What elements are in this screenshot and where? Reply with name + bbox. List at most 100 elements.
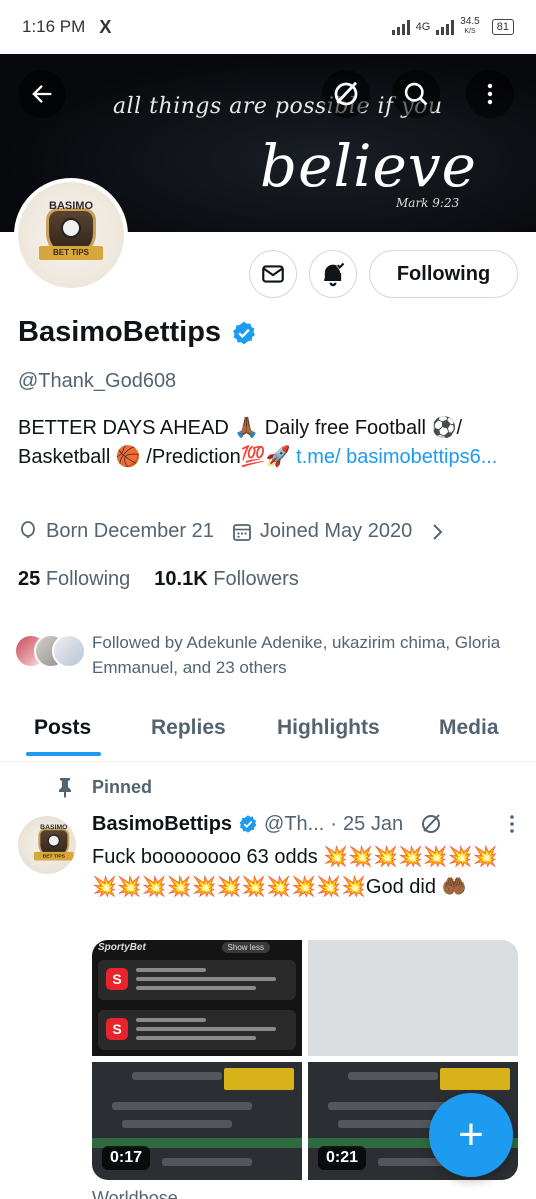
more-options-button[interactable]	[466, 70, 514, 118]
post-date[interactable]: 25 Jan	[343, 813, 403, 836]
arrow-left-icon	[32, 85, 52, 103]
mail-icon	[262, 265, 284, 283]
post-avatar[interactable]: BASIMO BET TIPS	[18, 816, 76, 874]
speed-indicator: 34.5 K/S	[460, 17, 479, 37]
video-duration: 0:17	[102, 1146, 151, 1170]
basimo-logo-small: BASIMO BET TIPS	[29, 823, 74, 866]
profile-avatar[interactable]: BASIMO BET TIPS	[14, 178, 128, 292]
follow-counts: 25 Following 10.1K Followers	[18, 568, 299, 591]
joined-text: Joined May 2020	[259, 520, 413, 542]
following-count-label: Following	[45, 568, 131, 590]
logo-name: BASIMO	[49, 200, 93, 212]
status-time: 1:16 PM	[22, 17, 86, 36]
banner-line2: believe	[260, 132, 477, 200]
notif-line	[136, 977, 276, 981]
notifications-button[interactable]	[309, 250, 357, 298]
balloon-icon	[21, 520, 35, 538]
notif-line	[136, 1018, 206, 1022]
status-right: 4G 34.5 K/S 81	[391, 17, 514, 37]
plus-icon: +	[458, 1110, 484, 1159]
bell-check-icon	[324, 262, 345, 287]
notification-card: S	[98, 1010, 296, 1050]
blurred-element	[162, 1158, 252, 1166]
post-separator: ·	[330, 812, 338, 835]
followed-by-text: Followed by Adekunle Adenike, ukazirim c…	[92, 633, 501, 677]
verified-badge-icon	[239, 815, 257, 833]
user-handle: @Thank_God608	[18, 370, 177, 392]
compose-post-button[interactable]: +	[429, 1093, 513, 1177]
logo-ribbon: BET TIPS	[39, 246, 103, 260]
media-image-1[interactable]: SportyBet Show less S S	[92, 940, 302, 1056]
profile-meta: Born December 21 Joined May 2020	[18, 520, 444, 543]
pinned-label: Pinned	[92, 776, 153, 797]
joined-item: Joined May 2020	[232, 520, 412, 543]
following-count-link[interactable]: 25 Following	[18, 568, 130, 591]
pinned-indicator: Pinned	[56, 776, 152, 798]
born-text: Born December 21	[46, 520, 214, 542]
blurred-element	[112, 1102, 252, 1110]
search-icon	[404, 82, 428, 106]
search-button[interactable]	[392, 70, 440, 118]
notif-line	[136, 968, 206, 972]
following-button[interactable]: Following	[369, 250, 518, 298]
message-button[interactable]	[249, 250, 297, 298]
bio-link[interactable]: t.me/ basimobettips6...	[296, 446, 497, 468]
more-vertical-icon	[487, 83, 493, 105]
notif-line	[136, 1027, 276, 1031]
blurred-element	[224, 1068, 294, 1090]
display-name-row: BasimoBettips	[18, 316, 257, 349]
signal-icon-2	[436, 19, 455, 35]
blurred-element	[132, 1072, 222, 1080]
grok-button[interactable]	[322, 70, 370, 118]
status-bar: 1:16 PM X 4G 34.5 K/S 81	[0, 0, 536, 54]
post-more-icon[interactable]	[502, 812, 522, 836]
tab-highlights[interactable]: Highlights	[277, 700, 380, 756]
chevron-right-icon[interactable]	[430, 522, 444, 542]
next-post-text: Worldbose	[92, 1188, 178, 1199]
battery-icon: 81	[491, 19, 514, 35]
tab-media[interactable]: Media	[439, 700, 499, 756]
banner-reference: Mark 9:23	[396, 196, 460, 210]
blurred-element	[122, 1120, 232, 1128]
blurred-element	[348, 1072, 438, 1080]
grok-icon[interactable]	[419, 812, 443, 836]
follower-avatar	[52, 634, 86, 668]
sportybet-label: SportyBet	[98, 942, 146, 953]
sportybet-icon: S	[106, 1018, 128, 1040]
calendar-icon	[232, 523, 251, 541]
followers-count-link[interactable]: 10.1K Followers	[154, 568, 299, 591]
notif-line	[136, 1036, 256, 1040]
back-button[interactable]	[18, 70, 66, 118]
speed-unit: K/S	[464, 28, 476, 35]
tab-replies[interactable]: Replies	[151, 700, 226, 756]
football-icon	[47, 834, 61, 847]
basimo-logo: BASIMO BET TIPS	[31, 200, 111, 270]
show-less-chip: Show less	[221, 942, 270, 953]
logo-ribbon: BET TIPS	[33, 851, 74, 861]
tab-posts[interactable]: Posts	[25, 700, 102, 756]
video-duration: 0:21	[318, 1146, 367, 1170]
following-count: 25	[18, 568, 41, 590]
sportybet-icon: S	[106, 968, 128, 990]
media-image-2[interactable]	[308, 940, 518, 1056]
speed-value: 34.5	[460, 16, 480, 27]
followers-count: 10.1K	[154, 568, 208, 590]
blurred-element	[440, 1068, 510, 1090]
profile-tabs: Posts Replies Highlights Media	[0, 700, 536, 762]
followers-count-label: Followers	[213, 568, 299, 590]
football-icon	[61, 218, 81, 238]
media-video-1[interactable]: 0:17	[92, 1062, 302, 1180]
x-app-icon: X	[99, 16, 112, 37]
post-text: Fuck boooooooo 63 odds 💥💥💥💥💥💥💥💥💥💥💥💥💥💥💥💥💥…	[92, 846, 498, 898]
avatar-inner: BASIMO BET TIPS	[18, 182, 124, 288]
display-name: BasimoBettips	[18, 316, 222, 348]
followed-by-avatars	[14, 630, 86, 670]
grok-icon	[334, 81, 358, 106]
post-author-name[interactable]: BasimoBettips	[92, 813, 232, 836]
notif-line	[136, 986, 256, 990]
post-author-handle: @Th...	[264, 812, 325, 835]
followed-by[interactable]: Followed by Adekunle Adenike, ukazirim c…	[14, 630, 524, 680]
born-item: Born December 21	[18, 520, 214, 543]
notification-card: S	[98, 960, 296, 1000]
verified-badge-icon[interactable]	[231, 320, 257, 346]
